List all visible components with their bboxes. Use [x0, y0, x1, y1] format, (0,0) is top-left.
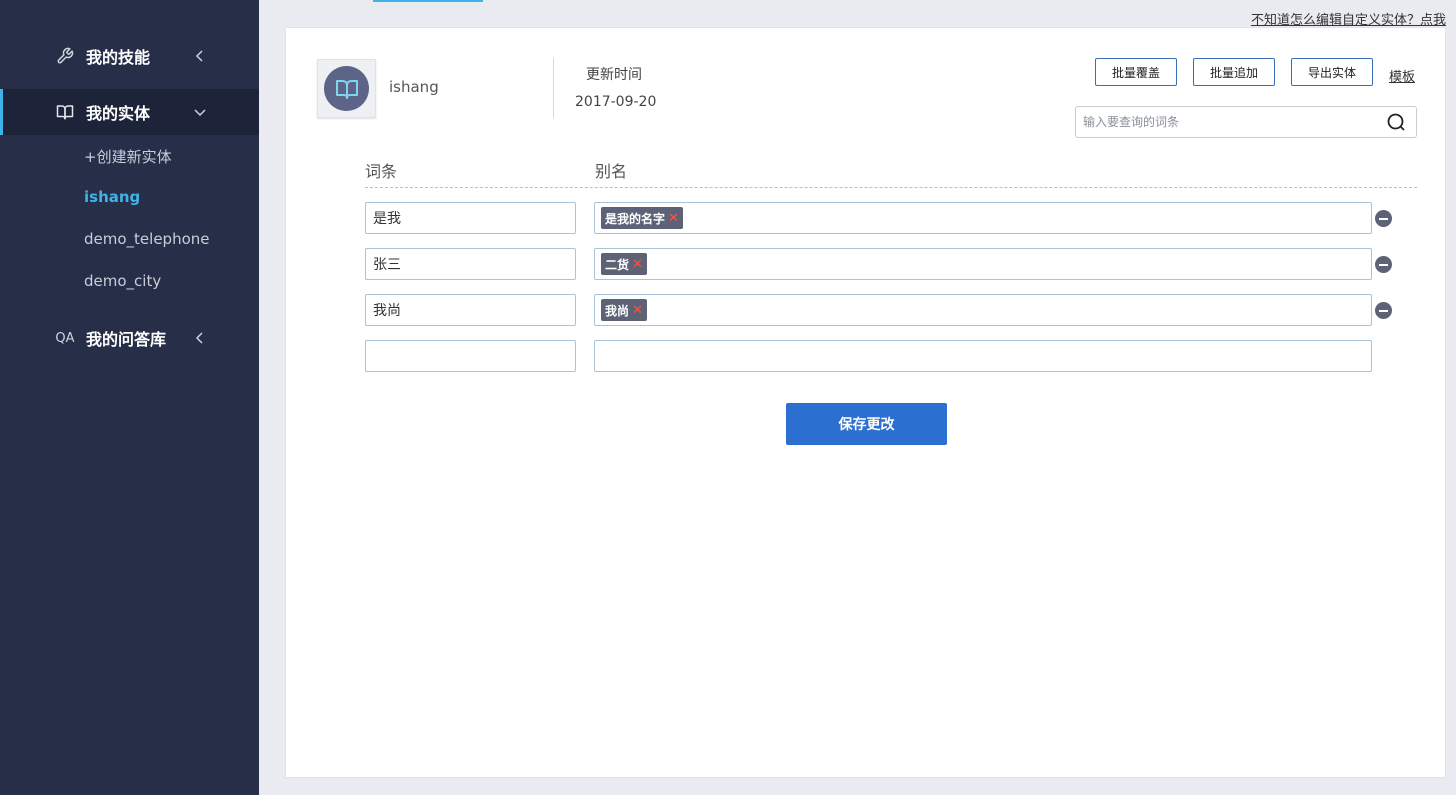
- remove-row-button[interactable]: [1375, 210, 1392, 227]
- entity-name: ishang: [389, 78, 439, 96]
- alias-input-new[interactable]: [594, 340, 1372, 372]
- batch-append-button[interactable]: 批量追加: [1193, 58, 1275, 86]
- term-input[interactable]: 我尚: [365, 294, 576, 326]
- search-input[interactable]: [1076, 107, 1376, 137]
- entity-avatar: [317, 59, 376, 118]
- entity-item-demo-city[interactable]: demo_city: [84, 272, 161, 290]
- wrench-icon: [55, 46, 75, 66]
- header-divider: [553, 58, 554, 118]
- chevron-down-icon: [194, 109, 206, 117]
- chevron-left-icon: [195, 50, 203, 62]
- remove-row-button[interactable]: [1375, 302, 1392, 319]
- alias-tag-label: 我尚: [605, 303, 630, 318]
- term-column-header: 词条: [365, 162, 398, 181]
- alias-tag-label: 是我的名字: [605, 211, 666, 226]
- term-input[interactable]: 张三: [365, 248, 576, 280]
- alias-tag-label: 二货: [605, 257, 630, 272]
- close-icon[interactable]: ✕: [632, 303, 643, 318]
- nav-my-qa[interactable]: QA 我的问答库: [0, 315, 259, 361]
- alias-input[interactable]: 二货 ✕: [594, 248, 1372, 280]
- export-entity-button[interactable]: 导出实体: [1291, 58, 1373, 86]
- nav-my-qa-label: 我的问答库: [86, 330, 167, 349]
- qa-icon: QA: [55, 330, 75, 346]
- term-input[interactable]: 是我: [365, 202, 576, 234]
- alias-tag: 我尚 ✕: [601, 299, 647, 321]
- nav-my-entities[interactable]: 我的实体: [0, 89, 259, 135]
- nav-my-entities-label: 我的实体: [86, 104, 151, 123]
- header-divider-line: [365, 187, 1417, 188]
- batch-overwrite-button[interactable]: 批量覆盖: [1095, 58, 1177, 86]
- alias-tag: 二货 ✕: [601, 253, 647, 275]
- entity-item-ishang[interactable]: ishang: [84, 188, 140, 206]
- alias-tag: 是我的名字 ✕: [601, 207, 683, 229]
- create-entity-link[interactable]: +创建新实体: [84, 146, 172, 167]
- entity-item-demo-telephone[interactable]: demo_telephone: [84, 230, 210, 248]
- top-tab-indicator: [373, 0, 483, 2]
- term-input-new[interactable]: [365, 340, 576, 372]
- nav-my-skills[interactable]: 我的技能: [0, 33, 259, 79]
- updated-label: 更新时间: [586, 67, 642, 83]
- book-icon: [55, 102, 75, 122]
- remove-row-button[interactable]: [1375, 256, 1392, 273]
- entity-editor-card: ishang 更新时间 2017-09-20 批量覆盖 批量追加 导出实体 模板…: [285, 27, 1446, 778]
- book-icon: [324, 66, 369, 111]
- template-link[interactable]: 模板: [1389, 66, 1415, 85]
- nav-my-skills-label: 我的技能: [86, 48, 151, 67]
- chevron-left-icon: [195, 332, 203, 344]
- search-box: [1075, 106, 1417, 138]
- search-icon[interactable]: [1387, 113, 1407, 133]
- close-icon[interactable]: ✕: [668, 211, 679, 226]
- alias-column-header: 别名: [595, 162, 628, 181]
- help-link[interactable]: 不知道怎么编辑自定义实体？点我: [1251, 9, 1446, 28]
- sidebar: 我的技能 我的实体 +创建新实体 ishang demo_telephone d…: [0, 0, 259, 795]
- close-icon[interactable]: ✕: [632, 257, 643, 272]
- updated-date: 2017-09-20: [575, 94, 657, 110]
- alias-input[interactable]: 我尚 ✕: [594, 294, 1372, 326]
- save-changes-button[interactable]: 保存更改: [786, 403, 947, 445]
- alias-input[interactable]: 是我的名字 ✕: [594, 202, 1372, 234]
